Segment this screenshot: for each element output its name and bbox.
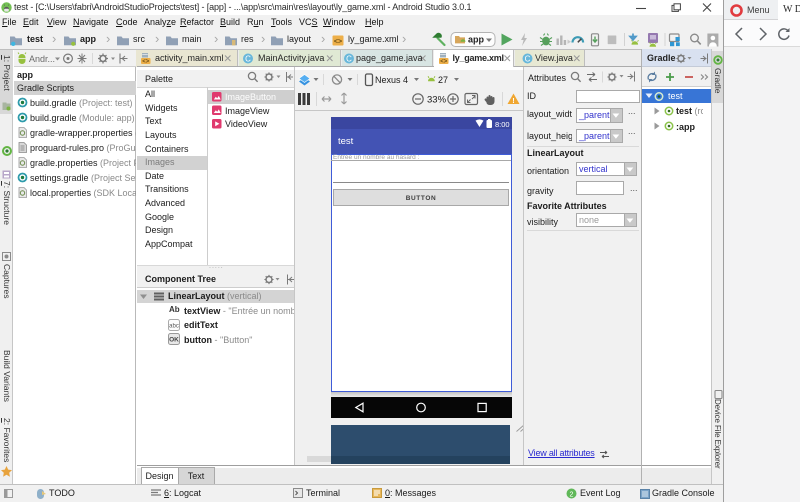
svg-text:27: 27 (438, 75, 448, 85)
svg-text:C: C (245, 55, 251, 64)
svg-text:<>: <> (334, 39, 342, 46)
svg-text:2: 2 (570, 491, 574, 498)
svg-text:app: app (468, 35, 485, 45)
svg-text:Andr...: Andr... (29, 54, 55, 64)
svg-text:Nexus 4: Nexus 4 (375, 75, 408, 85)
svg-text:33%: 33% (427, 95, 447, 106)
svg-text:<>: <> (142, 59, 150, 65)
svg-text:abc: abc (169, 323, 179, 329)
svg-text:8:00: 8:00 (495, 120, 510, 129)
svg-text:!: ! (512, 96, 515, 105)
svg-text:OK: OK (169, 337, 179, 344)
